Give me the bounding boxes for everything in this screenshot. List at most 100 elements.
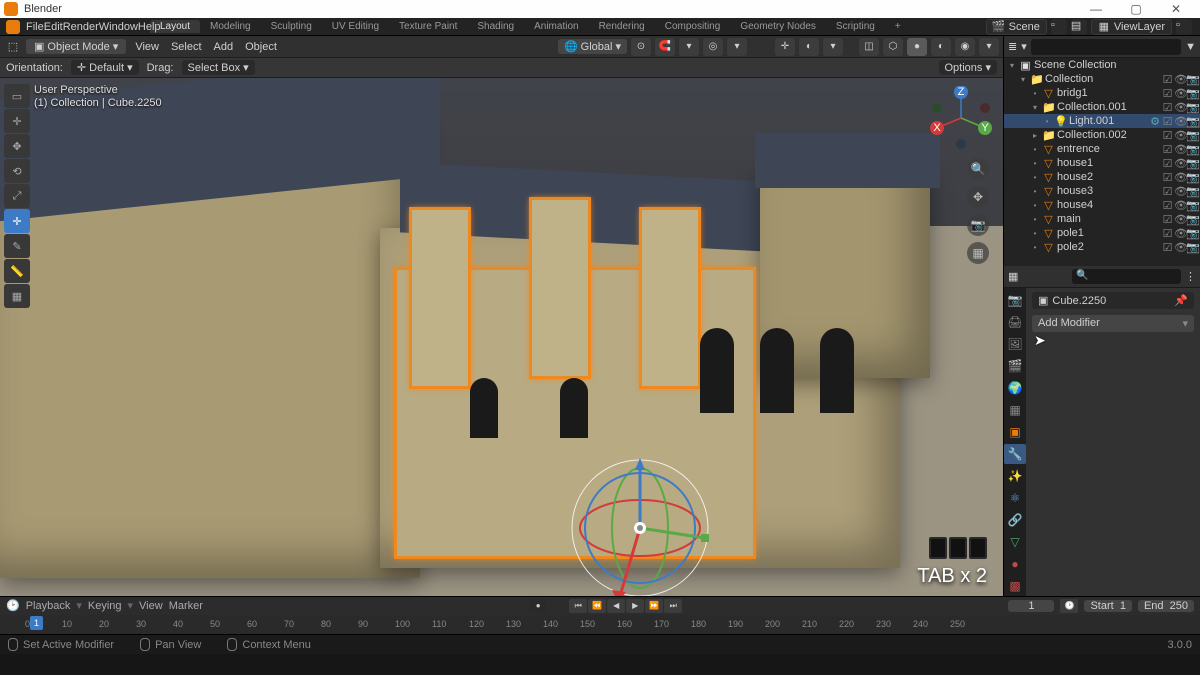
workspace-tab-sculpting[interactable]: Sculpting: [261, 20, 322, 33]
play-reverse-button[interactable]: ◀: [607, 599, 625, 613]
viewlayer-selector[interactable]: ▦ViewLayer: [1091, 19, 1172, 35]
ptab-constraints[interactable]: 🔗: [1004, 510, 1026, 530]
pin-icon[interactable]: 📌: [1174, 294, 1188, 307]
menu-help[interactable]: Help: [138, 21, 161, 33]
timeline-menu-marker[interactable]: Marker: [169, 600, 203, 612]
properties-options-icon[interactable]: ⋮: [1185, 270, 1196, 283]
start-frame-field[interactable]: Start 1: [1084, 600, 1131, 612]
outliner-search-input[interactable]: [1031, 39, 1181, 55]
ptab-scene[interactable]: 🎬: [1004, 356, 1026, 376]
ptab-collection[interactable]: ▦: [1004, 400, 1026, 420]
outliner-item-entrence[interactable]: •▽entrence☑👁📷: [1004, 142, 1200, 156]
ptab-object[interactable]: ▣: [1004, 422, 1026, 442]
next-keyframe-button[interactable]: ⏩: [645, 599, 663, 613]
rotate-tool[interactable]: ⟲: [4, 159, 30, 183]
outliner-item-house1[interactable]: •▽house1☑👁📷: [1004, 156, 1200, 170]
use-preview-range-button[interactable]: 🕑: [1060, 599, 1078, 613]
outliner-item-collection-002[interactable]: ▸📁Collection.002☑👁📷: [1004, 128, 1200, 142]
cursor-tool[interactable]: ✛: [4, 109, 30, 133]
play-button[interactable]: ▶: [626, 599, 644, 613]
workspace-tab-shading[interactable]: Shading: [467, 20, 524, 33]
outliner-item-collection[interactable]: ▾📁Collection☑👁📷: [1004, 72, 1200, 86]
add-modifier-button[interactable]: Add Modifier▾: [1032, 315, 1194, 332]
timeline-menu-view[interactable]: View: [139, 600, 163, 612]
viewport-3d[interactable]: User Perspective (1) Collection | Cube.2…: [0, 78, 1003, 596]
shading-solid-button[interactable]: ●: [907, 38, 927, 56]
select-box-dropdown[interactable]: Select Box ▾: [182, 60, 255, 75]
shading-wireframe-button[interactable]: ⬡: [883, 38, 903, 56]
timeline-menu-keying[interactable]: Keying: [88, 600, 122, 612]
workspace-tab-rendering[interactable]: Rendering: [589, 20, 655, 33]
ptab-output[interactable]: 🖨: [1004, 312, 1026, 332]
autokey-button[interactable]: ●: [529, 599, 547, 613]
options-dropdown[interactable]: Options ▾: [939, 60, 998, 75]
timeline-menu-playback[interactable]: Playback: [26, 600, 71, 612]
outliner-item-house2[interactable]: •▽house2☑👁📷: [1004, 170, 1200, 184]
properties-breadcrumb[interactable]: ▣ Cube.2250 📌: [1032, 292, 1194, 309]
measure-tool[interactable]: 📏: [4, 259, 30, 283]
workspace-tab-scripting[interactable]: Scripting: [826, 20, 885, 33]
axis-gizmo[interactable]: Z Y X: [929, 86, 993, 150]
prev-keyframe-button[interactable]: ⏪: [588, 599, 606, 613]
ptab-texture[interactable]: ▩: [1004, 576, 1026, 596]
ptab-particles[interactable]: ✨: [1004, 466, 1026, 486]
minimize-button[interactable]: —: [1076, 2, 1116, 16]
outliner-type-icon[interactable]: ≣: [1008, 40, 1017, 53]
outliner-mode-icon[interactable]: ▾: [1021, 40, 1027, 53]
timeline-type-icon[interactable]: 🕑: [6, 599, 20, 612]
pivot-point-button[interactable]: ⊙: [631, 38, 651, 56]
gizmo-visibility-button[interactable]: ✛: [775, 38, 795, 56]
select-box-tool[interactable]: ▭: [4, 84, 30, 108]
outliner-item-bridg1[interactable]: •▽bridg1☑👁📷: [1004, 86, 1200, 100]
scene-browse-button[interactable]: ▤: [1071, 19, 1087, 35]
outliner-item-house4[interactable]: •▽house4☑👁📷: [1004, 198, 1200, 212]
viewport-menu-view[interactable]: View: [130, 41, 164, 53]
proportional-button[interactable]: ◎: [703, 38, 723, 56]
workspace-tab-animation[interactable]: Animation: [524, 20, 588, 33]
outliner-item-pole2[interactable]: •▽pole2☑👁📷: [1004, 240, 1200, 254]
outliner-item-collection-001[interactable]: ▾📁Collection.001☑👁📷: [1004, 100, 1200, 114]
outliner-item-house3[interactable]: •▽house3☑👁📷: [1004, 184, 1200, 198]
outliner-tree[interactable]: ▾▣Scene Collection▾📁Collection☑👁📷•▽bridg…: [1004, 58, 1200, 266]
ptab-world[interactable]: 🌍: [1004, 378, 1026, 398]
filter-button[interactable]: ▼: [1185, 41, 1196, 53]
shading-render-button[interactable]: ◉: [955, 38, 975, 56]
snap-target-button[interactable]: ▾: [679, 38, 699, 56]
workspace-tab-texture-paint[interactable]: Texture Paint: [389, 20, 467, 33]
scale-tool[interactable]: ⤢: [4, 184, 30, 208]
interaction-mode-selector[interactable]: ▣ Object Mode ▾: [26, 39, 126, 54]
viewport-menu-select[interactable]: Select: [166, 41, 207, 53]
workspace-tab-geometry-nodes[interactable]: Geometry Nodes: [730, 20, 826, 33]
orientation-selector[interactable]: 🌐 Global ▾: [558, 39, 627, 54]
ptab-material[interactable]: ●: [1004, 554, 1026, 574]
snap-button[interactable]: 🧲: [655, 38, 675, 56]
menu-edit[interactable]: Edit: [44, 21, 63, 33]
outliner-item-main[interactable]: •▽main☑👁📷: [1004, 212, 1200, 226]
ptab-mesh[interactable]: ▽: [1004, 532, 1026, 552]
transform-tool[interactable]: ✛: [4, 209, 30, 233]
outliner-scene-collection[interactable]: ▾▣Scene Collection: [1004, 58, 1200, 72]
proportional-falloff-button[interactable]: ▾: [727, 38, 747, 56]
workspace-tab-compositing[interactable]: Compositing: [655, 20, 731, 33]
current-frame-field[interactable]: 1: [1008, 600, 1054, 612]
menu-file[interactable]: File: [26, 21, 44, 33]
viewport-menu-object[interactable]: Object: [240, 41, 282, 53]
scene-new-button[interactable]: ▫: [1051, 19, 1067, 35]
viewlayer-new-button[interactable]: ▫: [1176, 19, 1192, 35]
viewport-menu-add[interactable]: Add: [209, 41, 239, 53]
jump-end-button[interactable]: ⏭: [664, 599, 682, 613]
overlay-button[interactable]: ◐: [799, 38, 819, 56]
zoom-icon[interactable]: 🔍: [967, 158, 989, 180]
move-tool[interactable]: ✥: [4, 134, 30, 158]
editor-type-icon[interactable]: ⬚: [4, 40, 22, 53]
annotate-tool[interactable]: ✎: [4, 234, 30, 258]
close-button[interactable]: ✕: [1156, 2, 1196, 16]
menu-window[interactable]: Window: [99, 21, 138, 33]
perspective-toggle-icon[interactable]: ▦: [967, 242, 989, 264]
ptab-modifiers[interactable]: 🔧: [1004, 444, 1026, 464]
overlay-dropdown[interactable]: ▾: [823, 38, 843, 56]
ptab-render[interactable]: 📷: [1004, 290, 1026, 310]
properties-type-icon[interactable]: ▦: [1008, 270, 1018, 283]
xray-button[interactable]: ◫: [859, 38, 879, 56]
ptab-viewlayer[interactable]: 🖼: [1004, 334, 1026, 354]
